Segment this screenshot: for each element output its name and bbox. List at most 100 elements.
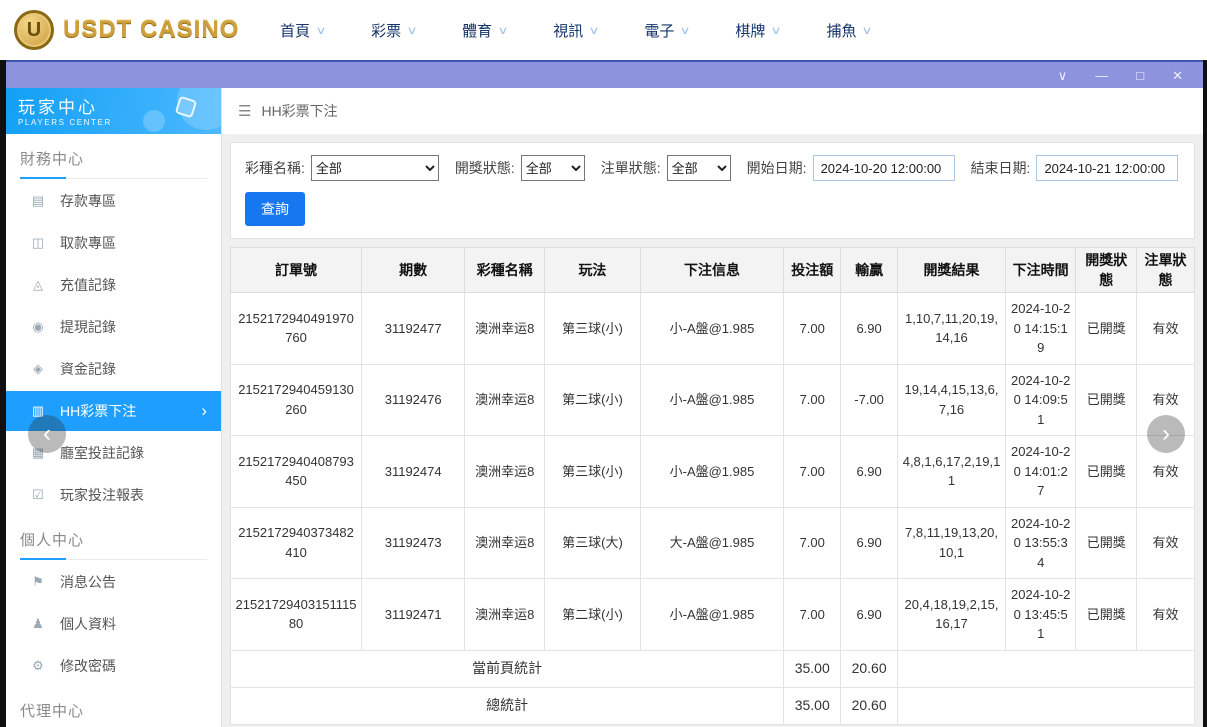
carousel-right-arrow-icon[interactable]: › (1147, 415, 1185, 453)
cell-draw-status: 已開獎 (1076, 507, 1137, 579)
nav-item-slots[interactable]: 電子∨ (644, 20, 689, 41)
draw-status-select[interactable]: 全部 (521, 155, 585, 181)
cell-win-loss: 6.90 (841, 507, 898, 579)
summary-winloss-total: 20.60 (841, 687, 898, 724)
lottery-name-select[interactable]: 全部 (311, 155, 439, 181)
start-date-input[interactable] (813, 155, 955, 181)
order-status-label: 注單狀態: (601, 158, 661, 178)
top-bar: U USDT CASINO 首頁∨彩票∨體育∨視訊∨電子∨棋牌∨捕魚∨ (0, 0, 1207, 60)
lottery-name-label: 彩種名稱: (245, 158, 305, 178)
column-header: 開獎結果 (898, 248, 1006, 293)
profile-icon: ♟ (30, 616, 46, 632)
filter-actions: 查詢 (245, 192, 1180, 226)
chevron-down-icon: ∨ (589, 24, 600, 37)
sidebar-item-deposit[interactable]: ▤存款專區 (6, 181, 221, 221)
sidebar-item-player-bet-report[interactable]: ☑玩家投注報表 (6, 475, 221, 515)
column-header: 期數 (362, 248, 465, 293)
cell-order-number: 2152172940408793450 (231, 436, 362, 508)
cell-order-status: 有效 (1137, 579, 1195, 651)
cell-bet-time: 2024-10-20 14:01:27 (1006, 436, 1076, 508)
brand-logo[interactable]: U USDT CASINO (14, 10, 252, 50)
nav-item-lottery[interactable]: 彩票 ∨ (371, 20, 416, 41)
search-button[interactable]: 查詢 (245, 192, 305, 226)
table-row: 215217294049197076031192477澳洲幸运8第三球(小)小-… (231, 293, 1195, 365)
end-date-input[interactable] (1036, 155, 1178, 181)
sidebar-item-label: 提現記錄 (60, 317, 116, 337)
nav-item-fishing[interactable]: 捕魚∨ (826, 20, 871, 41)
hamburger-menu-icon[interactable]: ☰ (238, 102, 251, 120)
chevron-down-icon: ∨ (406, 24, 417, 37)
maximize-icon[interactable]: □ (1136, 69, 1144, 82)
column-header: 下注時間 (1006, 248, 1076, 293)
cell-bet-info: 小-A盤@1.985 (640, 364, 784, 436)
sidebar-item-change-password[interactable]: ⚙修改密碼 (6, 646, 221, 686)
chevron-down-icon[interactable]: ∨ (1058, 69, 1068, 82)
page-title: HH彩票下注 (261, 101, 337, 121)
summary-label: 當前頁統計 (231, 650, 784, 687)
window-body: 玩家中心 PLAYERS CENTER 財務中心▤存款專區◫取款專區◬充值記錄◉… (6, 88, 1203, 727)
withdraw-icon: ◫ (30, 235, 46, 251)
recharge-record-icon: ◬ (30, 277, 46, 293)
funds-record-icon: ◈ (30, 361, 46, 377)
cell-order-status: 有效 (1137, 293, 1195, 365)
cell-order-number: 2152172940459130260 (231, 364, 362, 436)
cell-draw-result: 20,4,18,19,2,15,16,17 (898, 579, 1006, 651)
nav-item-label: 捕魚 (826, 20, 856, 41)
column-header: 注單狀態 (1137, 248, 1195, 293)
nav-item-home[interactable]: 首頁∨ (280, 20, 325, 41)
cell-play-type: 第二球(小) (545, 364, 640, 436)
sidebar-item-label: 個人資料 (60, 614, 116, 634)
order-status-select[interactable]: 全部 (667, 155, 731, 181)
sidebar-item-recharge-record[interactable]: ◬充值記錄 (6, 265, 221, 305)
cell-draw-status: 已開獎 (1076, 436, 1137, 508)
cell-lottery-name: 澳洲幸运8 (465, 293, 545, 365)
nav-item-board-games[interactable]: 棋牌∨ (735, 20, 780, 41)
column-header: 玩法 (545, 248, 640, 293)
brand-name: USDT CASINO (63, 16, 239, 44)
sidebar-item-funds-record[interactable]: ◈ 資金記錄 (6, 349, 221, 389)
sidebar-item-cashout-record[interactable]: ◉提現記錄 (6, 307, 221, 347)
cell-period: 31192476 (362, 364, 465, 436)
cell-bet-amount: 7.00 (784, 579, 841, 651)
logo-emblem-icon: U (14, 10, 54, 50)
column-header: 輸贏 (841, 248, 898, 293)
cell-lottery-name: 澳洲幸运8 (465, 436, 545, 508)
filter-row: 彩種名稱: 全部 開獎狀態: 全部 注單狀態: 全部 開始日期: (245, 155, 1180, 181)
cell-play-type: 第三球(小) (545, 293, 640, 365)
column-header: 開獎狀態 (1076, 248, 1137, 293)
sidebar-section-title: 個人中心 (20, 529, 207, 560)
chevron-down-icon: ∨ (315, 24, 326, 37)
cell-bet-amount: 7.00 (784, 293, 841, 365)
minimize-icon[interactable]: — (1095, 69, 1108, 82)
cell-draw-result: 7,8,11,19,13,20,10,1 (898, 507, 1006, 579)
cell-bet-amount: 7.00 (784, 436, 841, 508)
filter-panel: 彩種名稱: 全部 開獎狀態: 全部 注單狀態: 全部 開始日期: (230, 142, 1195, 239)
nav-item-label: 視訊 (553, 20, 583, 41)
table-row: 215217294037348241031192473澳洲幸运8第三球(大)大-… (231, 507, 1195, 579)
column-header: 訂單號 (231, 248, 362, 293)
sidebar-item-label: 資金記錄 (60, 359, 116, 379)
page: U USDT CASINO 首頁∨彩票∨體育∨視訊∨電子∨棋牌∨捕魚∨ ∨ — … (0, 0, 1207, 727)
carousel-left-arrow-icon[interactable]: ‹ (28, 415, 66, 453)
cell-order-number: 2152172940373482410 (231, 507, 362, 579)
cell-bet-info: 小-A盤@1.985 (640, 579, 784, 651)
cell-bet-amount: 7.00 (784, 364, 841, 436)
nav-item-live-video[interactable]: 視訊 ∨ (553, 20, 598, 41)
nav-item-sports[interactable]: 體育∨ (462, 20, 507, 41)
sidebar-item-withdraw[interactable]: ◫取款專區 (6, 223, 221, 263)
cell-period: 31192474 (362, 436, 465, 508)
cell-draw-result: 4,8,1,6,17,2,19,11 (898, 436, 1006, 508)
nav-item-label: 棋牌 (735, 20, 765, 41)
sidebar-item-profile[interactable]: ♟ 個人資料 (6, 604, 221, 644)
summary-row: 當前頁統計35.0020.60 (231, 650, 1195, 687)
cell-win-loss: 6.90 (841, 436, 898, 508)
close-icon[interactable]: ✕ (1172, 69, 1183, 82)
sidebar-item-label: 修改密碼 (60, 656, 116, 676)
cell-win-loss: -7.00 (841, 364, 898, 436)
sidebar-item-announcements[interactable]: ⚑消息公告 (6, 562, 221, 602)
cell-period: 31192477 (362, 293, 465, 365)
cell-bet-time: 2024-10-20 13:55:34 (1006, 507, 1076, 579)
nav-item-label: 彩票 (371, 20, 401, 41)
draw-status-label: 開獎狀態: (455, 158, 515, 178)
breadcrumb: ☰ HH彩票下注 (222, 88, 1203, 134)
